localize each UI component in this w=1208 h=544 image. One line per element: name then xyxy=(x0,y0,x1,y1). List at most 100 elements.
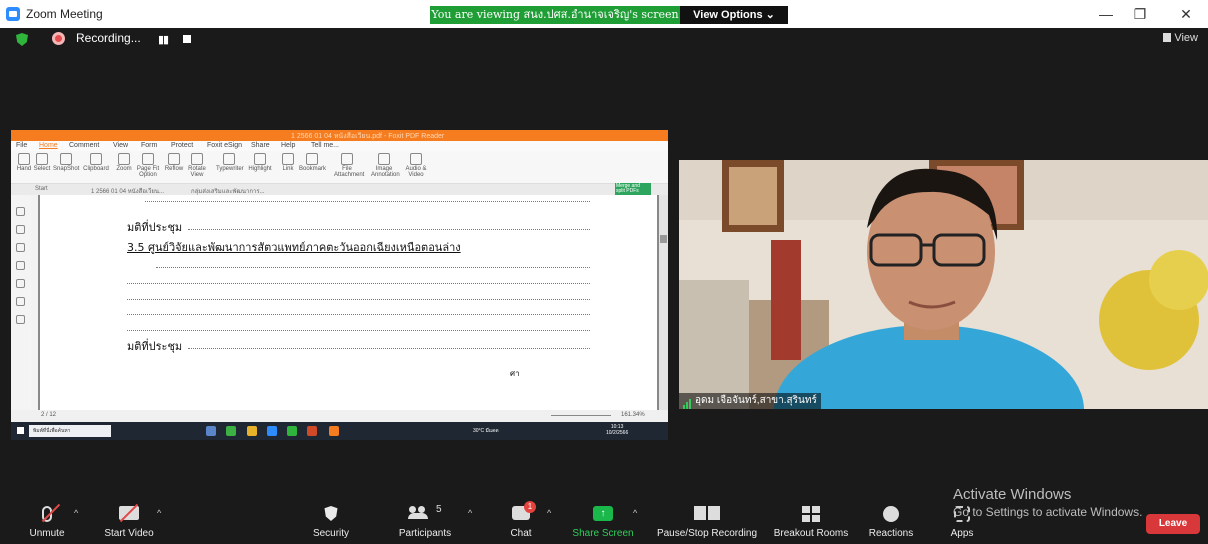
encryption-shield-icon[interactable] xyxy=(16,33,28,46)
pdf-tab-protect: Protect xyxy=(171,142,194,149)
audio-video-icon xyxy=(410,153,422,165)
zoom-logo-icon xyxy=(6,7,20,21)
image-annotation-icon xyxy=(378,153,390,165)
powerpoint-icon xyxy=(307,426,317,436)
apps-icon xyxy=(954,506,970,522)
share-options-chevron-icon[interactable]: ^ xyxy=(633,508,637,518)
pdf-scroll-thumb xyxy=(660,235,667,243)
reactions-button[interactable]: Reactions xyxy=(864,494,918,544)
doc-tab-start: Start xyxy=(35,186,48,192)
title-bar: Zoom Meeting You are viewing สนง.ปศส.อำน… xyxy=(0,0,1208,28)
share-screen-label: Share Screen xyxy=(572,528,634,539)
pdf-document-tabs: Start 1 2566 01 04 หนังสือเวียน... กลุ่ม… xyxy=(11,184,668,195)
zoom-slider xyxy=(551,415,611,416)
participant-name: อุดม เจือจันทร์,สาขา.สุรินทร์ xyxy=(695,395,817,406)
minimize-button[interactable]: — xyxy=(1096,6,1116,22)
comment-panel-icon xyxy=(16,243,25,252)
pause-stop-recording-button[interactable]: Pause/Stop Recording xyxy=(652,494,762,544)
start-video-button[interactable]: Start Video xyxy=(98,494,160,544)
pdf-tab-comment: Comment xyxy=(69,142,100,149)
clipboard-icon xyxy=(90,153,102,165)
video-options-chevron-icon[interactable]: ^ xyxy=(157,508,161,518)
signature-panel-icon xyxy=(16,315,25,324)
security-button[interactable]: Security xyxy=(306,494,356,544)
camera-off-icon xyxy=(119,503,139,523)
pdf-tab-form: Form xyxy=(141,142,158,149)
close-button[interactable]: ✕ xyxy=(1176,6,1196,23)
participant-video[interactable]: อุดม เจือจันทร์,สาขา.สุรินทร์ xyxy=(679,160,1208,409)
pdf-app-titlebar: 1 2566 01 04 หนังสือเวียน.pdf - Foxit PD… xyxy=(11,130,668,141)
bookmark-icon xyxy=(306,153,318,165)
unmute-label: Unmute xyxy=(29,528,65,539)
breakout-rooms-icon xyxy=(802,506,820,522)
tool-audio-video: Audio & Video xyxy=(403,153,429,178)
dotted-line xyxy=(188,348,590,349)
pdf-page: มติที่ประชุม 3.5 ศูนย์วิจัยและพัฒนาการสั… xyxy=(38,195,659,410)
tool-clipboard: Clipboard xyxy=(83,153,109,172)
taskbar-weather: 30°C มีแดด xyxy=(473,428,499,434)
zoom-level: 161.34% xyxy=(621,412,645,418)
recording-dot-icon xyxy=(52,32,65,45)
pdf-tell-me: Tell me... xyxy=(311,142,340,149)
tool-file-attachment: File Attachment xyxy=(334,153,364,178)
restore-button[interactable]: ❐ xyxy=(1130,6,1150,23)
leave-button[interactable]: Leave xyxy=(1146,514,1200,534)
audio-options-chevron-icon[interactable]: ^ xyxy=(74,508,78,518)
dotted-line xyxy=(127,283,590,284)
participants-chevron-icon[interactable]: ^ xyxy=(468,508,472,518)
windows-taskbar: พิมพ์ที่นี่เพื่อค้นหา 30°C มีแดด 10:13 1… xyxy=(11,422,668,440)
tool-select: Select xyxy=(29,153,55,172)
chat-button[interactable]: 1 Chat xyxy=(500,494,542,544)
taskbar-search: พิมพ์ที่นี่เพื่อค้นหา xyxy=(29,425,111,437)
unmute-button[interactable]: Unmute xyxy=(22,494,72,544)
view-label: View xyxy=(1174,32,1198,44)
reactions-label: Reactions xyxy=(868,528,914,539)
pdf-side-panel xyxy=(11,195,31,410)
dotted-line xyxy=(127,330,590,331)
select-icon xyxy=(36,153,48,165)
participant-count: 5 xyxy=(436,504,442,515)
share-screen-icon: ↑ xyxy=(593,506,613,521)
apps-label: Apps xyxy=(950,528,974,539)
reactions-smile-icon xyxy=(883,506,899,522)
pdf-tab-help: Help xyxy=(281,142,296,149)
pdf-menu-tabs: File Home Comment View Form Protect Foxi… xyxy=(11,141,668,151)
view-options-button[interactable]: View Options ⌄ xyxy=(680,6,788,24)
participants-button[interactable]: 5 Participants xyxy=(390,494,460,544)
pause-recording-icon[interactable]: ▮▮ xyxy=(158,33,169,46)
line-icon xyxy=(287,426,297,436)
page-panel-icon xyxy=(16,225,25,234)
stop-recording-icon[interactable] xyxy=(183,35,191,43)
pdf-tab-file: File xyxy=(16,142,28,149)
breakout-rooms-label: Breakout Rooms xyxy=(773,528,849,539)
apps-button[interactable]: Apps xyxy=(940,494,984,544)
bookmark-panel-icon xyxy=(16,207,25,216)
tool-page-fit: Page Fit Option xyxy=(135,153,161,178)
merge-split-button: Merge and split PDFs xyxy=(615,183,651,195)
share-screen-button[interactable]: ↑ Share Screen xyxy=(568,494,638,544)
tool-snapshot: SnapShot xyxy=(53,153,79,172)
pdf-tab-view: View xyxy=(113,142,129,149)
recording-label: Recording... xyxy=(76,31,141,45)
zoom-icon xyxy=(118,153,130,165)
tool-zoom: Zoom xyxy=(111,153,137,172)
dotted-line xyxy=(127,314,590,315)
foxit-icon xyxy=(329,426,339,436)
dotted-line xyxy=(127,299,590,300)
start-video-label: Start Video xyxy=(104,528,154,539)
typewriter-icon xyxy=(223,153,235,165)
view-button[interactable]: View xyxy=(1163,32,1198,44)
chat-chevron-icon[interactable]: ^ xyxy=(547,508,551,518)
resolution-label-1: มติที่ประชุม xyxy=(127,221,183,234)
edge-icon xyxy=(206,426,216,436)
pause-stop-recording-label: Pause/Stop Recording xyxy=(656,528,758,539)
tool-link: Link xyxy=(275,153,301,172)
page-mark: ศา xyxy=(510,369,520,378)
layer-panel-icon xyxy=(16,261,25,270)
windows-start-icon xyxy=(17,427,24,434)
view-layout-icon xyxy=(1163,33,1172,42)
breakout-rooms-button[interactable]: Breakout Rooms xyxy=(770,494,852,544)
pdf-tab-esign: Foxit eSign xyxy=(207,142,243,149)
section-heading: 3.5 ศูนย์วิจัยและพัฒนาการสัตวแพทย์ภาคตะว… xyxy=(127,241,461,254)
microphone-muted-icon xyxy=(41,503,61,523)
